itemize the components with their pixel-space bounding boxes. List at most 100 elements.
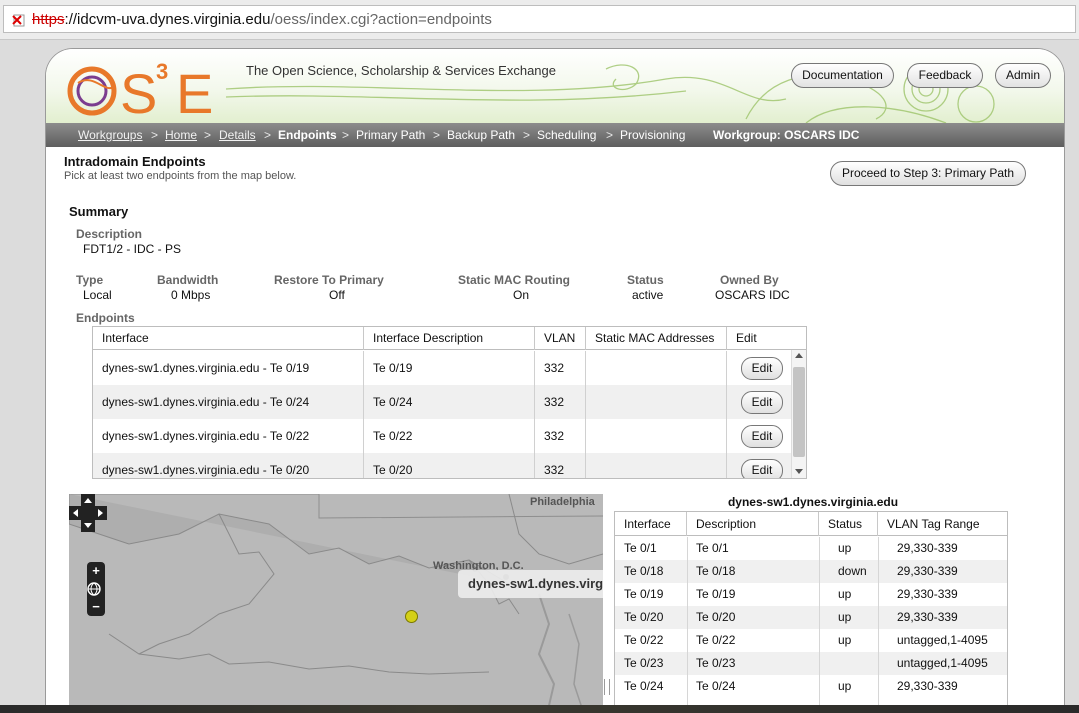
edit-endpoint-button[interactable]: Edit (741, 391, 783, 414)
column-header-interface[interactable]: Interface (93, 327, 364, 350)
static-mac-cell (586, 351, 727, 385)
switch-node-marker[interactable] (405, 610, 418, 623)
nav-scheduling: Scheduling (537, 128, 597, 142)
site-header: S 3 E The Open Science, Scholarship & Se… (46, 49, 1064, 125)
interface-cell: dynes-sw1.dynes.virginia.edu - Te 0/20 (93, 453, 364, 478)
vlan-range-cell: 29,330-339 (897, 564, 958, 578)
app-page: S 3 E The Open Science, Scholarship & Se… (45, 48, 1065, 713)
svg-text:3: 3 (156, 59, 168, 84)
endpoints-scrollbar[interactable] (791, 350, 806, 478)
table-row[interactable]: Te 0/18 Te 0/18 down 29,330-339 (615, 560, 1007, 583)
map-terrain (69, 494, 603, 713)
network-map[interactable]: Philadelphia Washington, D.C. dynes-sw1.… (69, 494, 603, 713)
interface-cell: dynes-sw1.dynes.virginia.edu - Te 0/24 (93, 385, 364, 419)
static-mac-cell (586, 453, 727, 478)
zoom-control: + − (87, 562, 105, 616)
admin-button[interactable]: Admin (995, 63, 1051, 88)
table-row[interactable]: Te 0/19 Te 0/19 up 29,330-339 (615, 583, 1007, 606)
nav-provisioning: Provisioning (620, 128, 686, 142)
url-host: ://idcvm-uva.dynes.virginia.edu (64, 11, 271, 28)
status-cell: down (838, 564, 867, 578)
nav-separator: > (606, 128, 614, 142)
table-row[interactable]: Te 0/22 Te 0/22 up untagged,1-4095 (615, 629, 1007, 652)
table-row[interactable]: Te 0/24 Te 0/24 up 29,330-339 (615, 675, 1007, 698)
device-interface-table: Interface Description Status VLAN Tag Ra… (614, 511, 1008, 713)
description-cell: Te 0/18 (696, 564, 736, 578)
workgroup-label: Workgroup: OSCARS IDC (713, 128, 860, 142)
interface-cell: Te 0/20 (624, 610, 664, 624)
summary-heading: Summary (69, 204, 129, 219)
description-cell: Te 0/20 (696, 610, 736, 624)
table-row[interactable]: Te 0/20 Te 0/20 up 29,330-339 (615, 606, 1007, 629)
table-row[interactable]: dynes-sw1.dynes.virginia.edu - Te 0/20 T… (93, 453, 793, 478)
os3e-logo: S 3 E (64, 53, 244, 125)
interface-cell: dynes-sw1.dynes.virginia.edu - Te 0/22 (93, 419, 364, 453)
column-header-vlan[interactable]: VLAN (535, 327, 586, 350)
proceed-primary-path-button[interactable]: Proceed to Step 3: Primary Path (830, 161, 1026, 186)
table-row[interactable]: Te 0/1 Te 0/1 up 29,330-339 (615, 537, 1007, 560)
column-divider (819, 537, 820, 713)
feedback-button[interactable]: Feedback (907, 63, 983, 88)
status-cell: up (838, 633, 852, 647)
table-row[interactable]: dynes-sw1.dynes.virginia.edu - Te 0/22 T… (93, 419, 793, 453)
nav-details-link[interactable]: Details (219, 128, 256, 142)
interface-description-cell: Te 0/20 (364, 453, 535, 478)
table-row[interactable]: dynes-sw1.dynes.virginia.edu - Te 0/19 T… (93, 351, 793, 385)
url-field[interactable]: https://idcvm-uva.dynes.virginia.edu/oes… (3, 5, 1076, 33)
type-label: Type (76, 273, 104, 287)
nav-primary-path: Primary Path (356, 128, 426, 142)
column-header-vlan-tag-range[interactable]: VLAN Tag Range (878, 512, 1007, 536)
device-table-header: Interface Description Status VLAN Tag Ra… (615, 512, 1007, 536)
scroll-up-arrow-icon[interactable] (795, 353, 803, 358)
nav-endpoints-current: Endpoints (278, 128, 337, 142)
column-header-interface-description[interactable]: Interface Description (364, 327, 535, 350)
edit-endpoint-button[interactable]: Edit (741, 425, 783, 448)
vlan-range-cell: untagged,1-4095 (897, 633, 988, 647)
zoom-out-icon[interactable]: − (87, 598, 105, 616)
column-header-description[interactable]: Description (687, 512, 819, 536)
resize-handle[interactable] (604, 679, 610, 695)
interface-description-cell: Te 0/22 (364, 419, 535, 453)
column-header-static-mac[interactable]: Static MAC Addresses (586, 327, 727, 350)
browser-address-bar: https://idcvm-uva.dynes.virginia.edu/oes… (0, 0, 1079, 40)
url-protocol: https (32, 11, 65, 28)
interface-cell: Te 0/24 (624, 679, 664, 693)
svg-text:S: S (120, 62, 157, 119)
nav-backup-path: Backup Path (447, 128, 516, 142)
vlan-cell: 332 (535, 453, 586, 478)
interface-cell: Te 0/23 (624, 656, 664, 670)
nav-workgroups-link[interactable]: Workgroups (78, 128, 142, 142)
nav-separator: > (151, 128, 159, 142)
edit-endpoint-button[interactable]: Edit (741, 459, 783, 478)
nav-home-link[interactable]: Home (165, 128, 197, 142)
bandwidth-label: Bandwidth (157, 273, 219, 287)
documentation-button[interactable]: Documentation (791, 63, 894, 88)
edit-endpoint-button[interactable]: Edit (741, 357, 783, 380)
status-value: active (632, 288, 664, 302)
endpoints-table-body: dynes-sw1.dynes.virginia.edu - Te 0/19 T… (93, 351, 793, 478)
column-header-interface[interactable]: Interface (615, 512, 687, 536)
scroll-thumb[interactable] (793, 367, 805, 457)
column-header-status[interactable]: Status (819, 512, 878, 536)
restore-to-primary-value: Off (329, 288, 345, 302)
status-cell: up (838, 610, 852, 624)
description-label: Description (76, 227, 143, 241)
column-header-edit[interactable]: Edit (727, 327, 793, 350)
zoom-in-icon[interactable]: + (87, 562, 105, 580)
interface-cell: Te 0/19 (624, 587, 664, 601)
scroll-down-arrow-icon[interactable] (795, 469, 803, 474)
table-row[interactable]: Te 0/23 Te 0/23 untagged,1-4095 (615, 652, 1007, 675)
vlan-range-cell: 29,330-339 (897, 610, 958, 624)
static-mac-cell (586, 385, 727, 419)
globe-icon[interactable] (87, 580, 105, 598)
table-row[interactable]: dynes-sw1.dynes.virginia.edu - Te 0/24 T… (93, 385, 793, 419)
node-popup[interactable]: dynes-sw1.dynes.virg (458, 570, 603, 598)
status-cell (829, 652, 838, 675)
description-cell: Te 0/23 (696, 656, 736, 670)
vlan-cell: 332 (535, 385, 586, 419)
type-value: Local (83, 288, 112, 302)
interface-cell: dynes-sw1.dynes.virginia.edu - Te 0/19 (93, 351, 364, 385)
interface-cell: Te 0/1 (624, 541, 657, 555)
pan-control-icon[interactable] (69, 494, 107, 532)
endpoints-table: Interface Interface Description VLAN Sta… (92, 326, 807, 479)
